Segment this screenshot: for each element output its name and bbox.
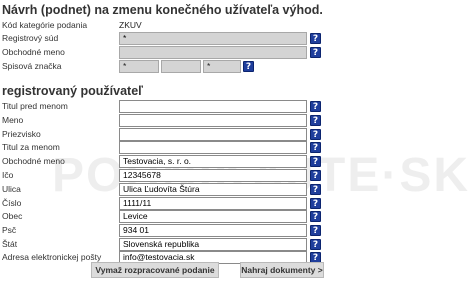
field-label: Titul za menom xyxy=(2,142,60,152)
row-email: Adresa elektronickej pošty info@testovac… xyxy=(0,251,474,265)
row-ico: Ičo 12345678 ? xyxy=(0,169,474,183)
help-icon[interactable]: ? xyxy=(310,184,321,195)
row-obchodne-meno: Obchodné meno Testovacia, s. r. o. ? xyxy=(0,155,474,169)
help-icon[interactable]: ? xyxy=(310,142,321,153)
row-cislo: Číslo 1111/11 ? xyxy=(0,197,474,211)
field-label: Obec xyxy=(2,211,23,221)
obchodne-meno-field[interactable] xyxy=(119,46,307,59)
field-label: Psč xyxy=(2,225,17,235)
row-meno: Meno ? xyxy=(0,114,474,128)
titul-pred-menom-input[interactable] xyxy=(119,100,307,113)
upload-documents-button[interactable]: Nahraj dokumenty > xyxy=(240,262,324,278)
field-label: Meno xyxy=(2,115,24,125)
page-title: Návrh (podnet) na zmenu konečného užívat… xyxy=(2,3,323,17)
obec-input[interactable]: Levice xyxy=(119,210,307,223)
spisova-znacka-vlozka-field[interactable] xyxy=(161,60,201,73)
psc-input[interactable]: 934 01 xyxy=(119,224,307,237)
row-obec: Obec Levice ? xyxy=(0,210,474,224)
row-priezvisko: Priezvisko ? xyxy=(0,128,474,142)
help-icon[interactable]: ? xyxy=(310,129,321,140)
kod-kategorie-label: Kód kategórie podania xyxy=(2,20,88,30)
row-registrovy-sud: Registrový súd * ? xyxy=(0,32,474,46)
ulica-input[interactable]: Ulica Ľudovíta Štúra xyxy=(119,183,307,196)
field-label: Obchodné meno xyxy=(2,156,65,166)
row-titul-za-menom: Titul za menom ? xyxy=(0,141,474,155)
field-label: Priezvisko xyxy=(2,129,41,139)
help-icon[interactable]: ? xyxy=(310,33,321,44)
help-icon[interactable]: ? xyxy=(310,239,321,250)
row-obchodne-meno-top: Obchodné meno ? xyxy=(0,46,474,60)
field-label: Ičo xyxy=(2,170,14,180)
help-icon[interactable]: ? xyxy=(310,156,321,167)
field-label: Číslo xyxy=(2,198,22,208)
reset-submission-button[interactable]: Vymaž rozpracované podanie xyxy=(91,262,219,278)
row-kod-kategorie: Kód kategórie podania ZKUV xyxy=(0,19,474,33)
spisova-znacka-label: Spisová značka xyxy=(2,61,62,71)
row-stat: Štát Slovenská republika ? xyxy=(0,238,474,252)
help-icon[interactable]: ? xyxy=(310,47,321,58)
help-icon[interactable]: ? xyxy=(243,61,254,72)
titul-za-menom-input[interactable] xyxy=(119,141,307,154)
section-title-registered-user: registrovaný používateľ xyxy=(2,84,143,98)
help-icon[interactable]: ? xyxy=(310,225,321,236)
help-icon[interactable]: ? xyxy=(310,198,321,209)
cislo-input[interactable]: 1111/11 xyxy=(119,197,307,210)
registrovy-sud-label: Registrový súd xyxy=(2,33,59,43)
field-label: Štát xyxy=(2,239,18,249)
help-icon[interactable]: ? xyxy=(310,170,321,181)
row-psc: Psč 934 01 ? xyxy=(0,224,474,238)
stat-input[interactable]: Slovenská republika xyxy=(119,238,307,251)
row-titul-pred-menom: Titul pred menom ? xyxy=(0,100,474,114)
row-spisova-znacka: Spisová značka * * ? xyxy=(0,60,474,74)
spisova-znacka-oddiel-field[interactable]: * xyxy=(119,60,159,73)
meno-input[interactable] xyxy=(119,114,307,127)
field-label: Ulica xyxy=(2,184,21,194)
help-icon[interactable]: ? xyxy=(310,101,321,112)
help-icon[interactable]: ? xyxy=(310,115,321,126)
row-ulica: Ulica Ulica Ľudovíta Štúra ? xyxy=(0,183,474,197)
kod-kategorie-value: ZKUV xyxy=(119,20,142,30)
priezvisko-input[interactable] xyxy=(119,128,307,141)
obchodne-meno-input[interactable]: Testovacia, s. r. o. xyxy=(119,155,307,168)
help-icon[interactable]: ? xyxy=(310,211,321,222)
spisova-znacka-cislo-field[interactable]: * xyxy=(203,60,241,73)
field-label: Adresa elektronickej pošty xyxy=(2,252,102,262)
registrovy-sud-field[interactable]: * xyxy=(119,32,307,45)
ico-input[interactable]: 12345678 xyxy=(119,169,307,182)
field-label: Titul pred menom xyxy=(2,101,68,111)
obchodne-meno-label: Obchodné meno xyxy=(2,47,65,57)
